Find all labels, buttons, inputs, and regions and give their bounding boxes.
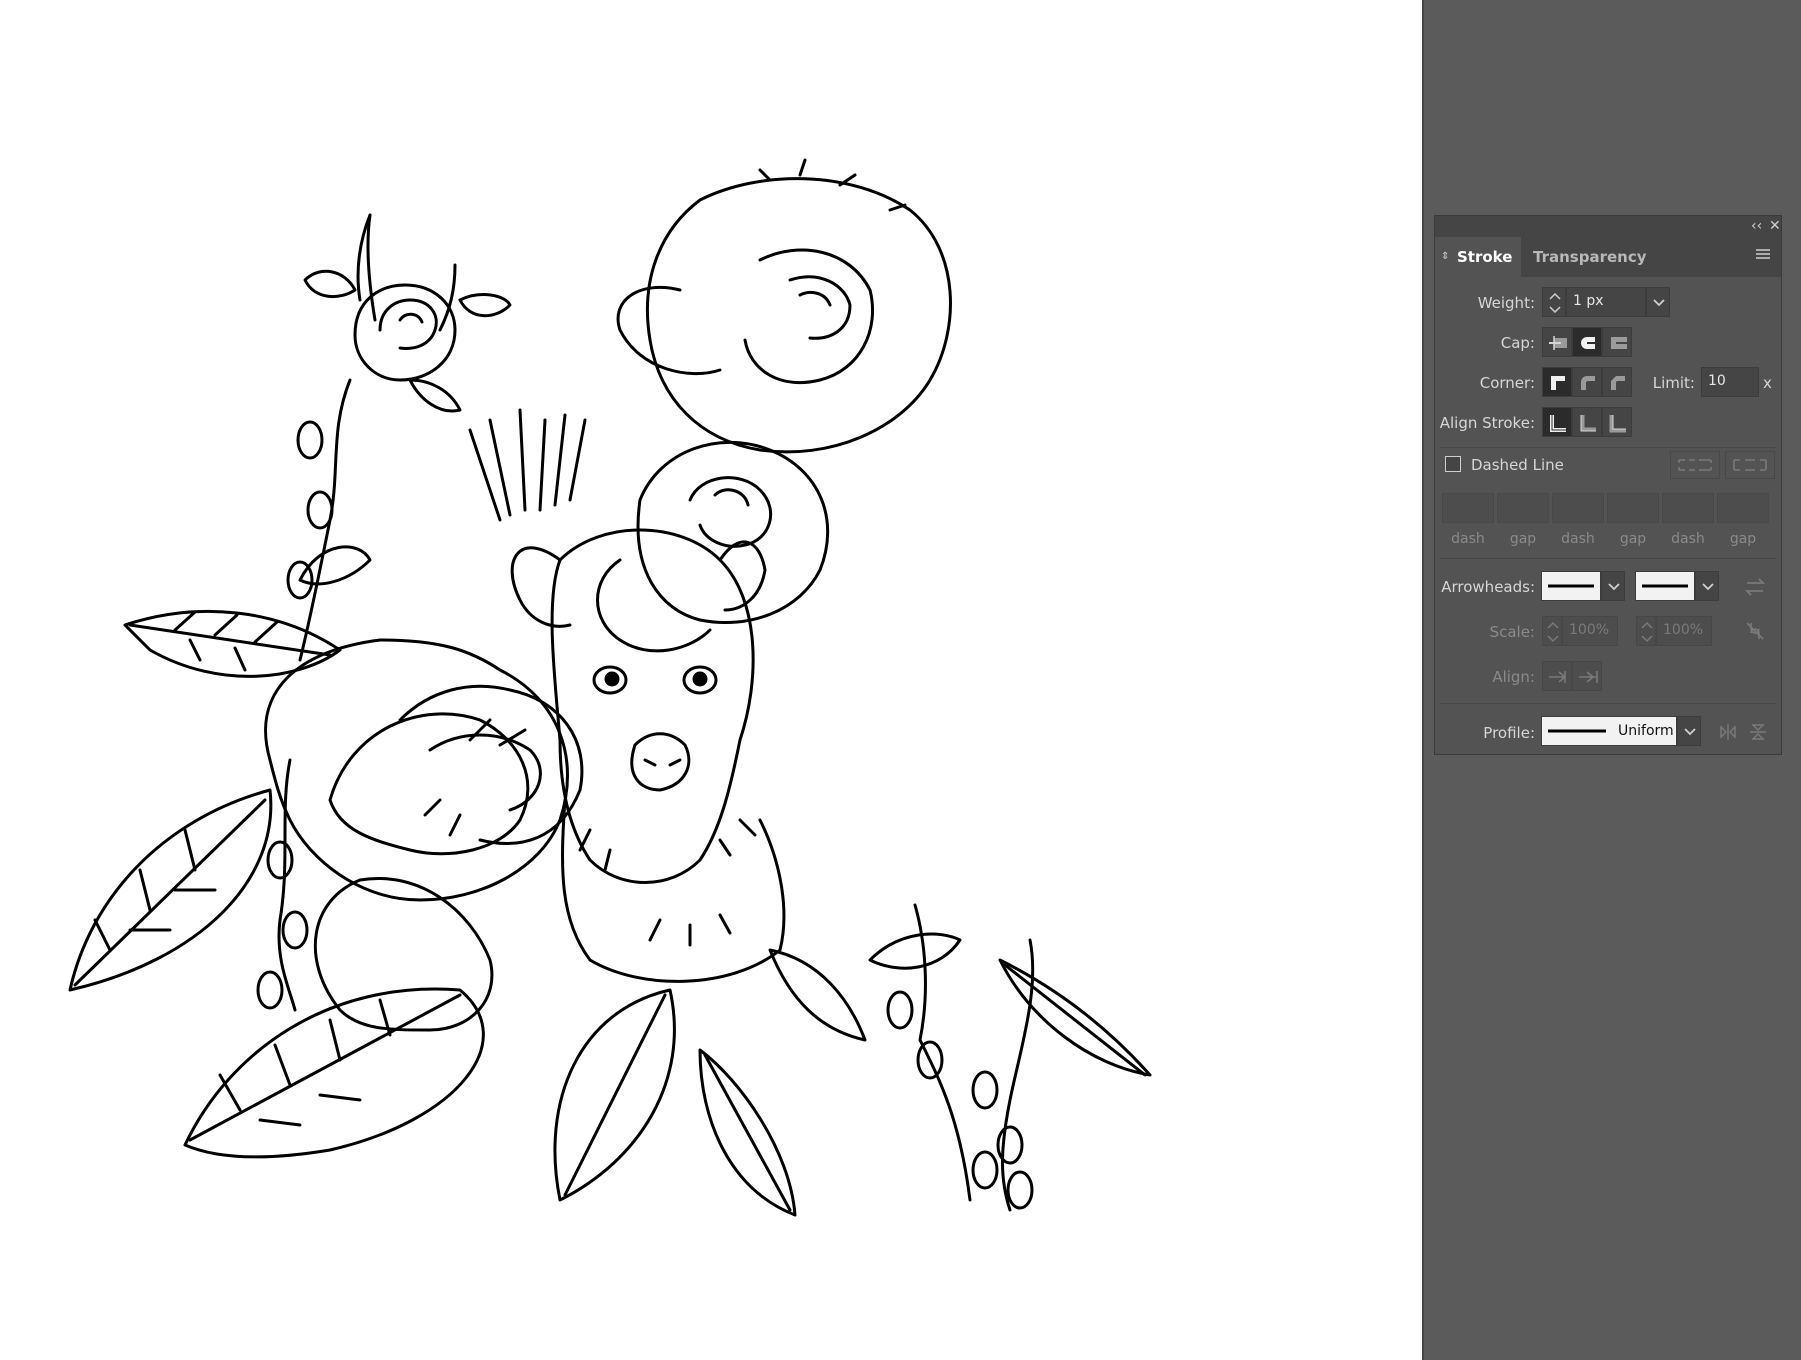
profile-value: Uniform (1618, 723, 1674, 739)
scale-start-stepper[interactable] (1542, 616, 1562, 646)
sort-arrows-icon: ⇕ (1441, 251, 1450, 262)
round-join-button[interactable] (1572, 367, 1602, 397)
divider (1440, 558, 1776, 559)
arrow-tip-extend-button[interactable] (1542, 661, 1572, 691)
align-stroke-center-button[interactable] (1542, 407, 1572, 437)
corner-label: Corner: (1479, 374, 1535, 392)
scale-end-input[interactable]: 100% (1656, 616, 1712, 646)
align-stroke-inside-button[interactable] (1572, 407, 1602, 437)
hamburger-menu-icon[interactable] (1755, 247, 1771, 261)
dashed-line-label: Dashed Line (1471, 456, 1564, 474)
dashed-line-checkbox[interactable] (1445, 456, 1461, 472)
align-stroke-label: Align Stroke: (1439, 414, 1535, 432)
cap-label: Cap: (1500, 334, 1535, 352)
round-cap-button[interactable] (1572, 327, 1602, 357)
stroke-panel: ‹‹ ✕ ⇕ Stroke Transparency Weight: 1 px … (1434, 215, 1782, 755)
profile-select[interactable]: Uniform (1541, 716, 1677, 746)
dash-label-1: dash (1451, 531, 1485, 547)
weight-label: Weight: (1477, 294, 1535, 312)
arrowheads-label: Arrowheads: (1441, 578, 1535, 596)
dash-field-2[interactable] (1552, 493, 1604, 523)
scale-label: Scale: (1489, 623, 1535, 641)
preserve-dash-icon[interactable] (1670, 451, 1720, 479)
arrowhead-end-dropdown[interactable] (1695, 571, 1719, 601)
dash-label-3: dash (1671, 531, 1705, 547)
panel-titlebar[interactable]: ‹‹ ✕ (1435, 216, 1781, 237)
tab-stroke[interactable]: ⇕ Stroke (1435, 237, 1521, 277)
swap-arrowheads-icon[interactable] (1743, 576, 1767, 598)
gap-field-2[interactable] (1607, 493, 1659, 523)
profile-dropdown[interactable] (1677, 716, 1701, 746)
arrowhead-end-select[interactable] (1635, 571, 1695, 601)
flip-horizontal-icon[interactable] (1717, 721, 1739, 743)
bevel-join-button[interactable] (1602, 367, 1632, 397)
gap-label-1: gap (1509, 531, 1537, 547)
scale-end-stepper[interactable] (1636, 616, 1656, 646)
limit-input[interactable]: 10 (1701, 367, 1759, 397)
dash-field-1[interactable] (1442, 493, 1494, 523)
double-chevron-left-icon[interactable]: ‹‹ (1751, 217, 1762, 235)
profile-label: Profile: (1483, 724, 1535, 742)
link-scale-icon[interactable] (1743, 619, 1767, 643)
arrow-tip-end-button[interactable] (1572, 661, 1602, 691)
artboard-canvas[interactable] (0, 0, 1422, 1360)
gap-field-1[interactable] (1497, 493, 1549, 523)
flip-vertical-icon[interactable] (1747, 721, 1769, 743)
tab-transparency-label: Transparency (1533, 248, 1647, 266)
butt-cap-button[interactable] (1542, 327, 1572, 357)
weight-stepper[interactable] (1542, 287, 1566, 317)
tab-transparency[interactable]: Transparency (1521, 237, 1651, 277)
dash-label-2: dash (1561, 531, 1595, 547)
arrowhead-start-dropdown[interactable] (1601, 571, 1625, 601)
deer-floral-line-art (68, 158, 1152, 1217)
panel-tabs: ⇕ Stroke Transparency (1435, 237, 1781, 277)
miter-join-button[interactable] (1542, 367, 1572, 397)
weight-input[interactable]: 1 px (1566, 287, 1646, 317)
divider (1440, 447, 1776, 448)
divider (1440, 703, 1776, 704)
align-dash-icon[interactable] (1725, 451, 1775, 479)
gap-label-3: gap (1729, 531, 1757, 547)
gap-label-2: gap (1619, 531, 1647, 547)
close-icon[interactable]: ✕ (1769, 217, 1781, 235)
align-label: Align: (1492, 668, 1535, 686)
projecting-cap-button[interactable] (1602, 327, 1632, 357)
limit-label: Limit: (1652, 374, 1695, 392)
arrowhead-start-select[interactable] (1541, 571, 1601, 601)
align-stroke-outside-button[interactable] (1602, 407, 1632, 437)
limit-unit: x (1763, 374, 1772, 392)
dash-field-3[interactable] (1662, 493, 1714, 523)
weight-dropdown[interactable] (1646, 287, 1670, 317)
scale-start-input[interactable]: 100% (1562, 616, 1618, 646)
gap-field-3[interactable] (1717, 493, 1769, 523)
tab-stroke-label: Stroke (1457, 248, 1513, 266)
